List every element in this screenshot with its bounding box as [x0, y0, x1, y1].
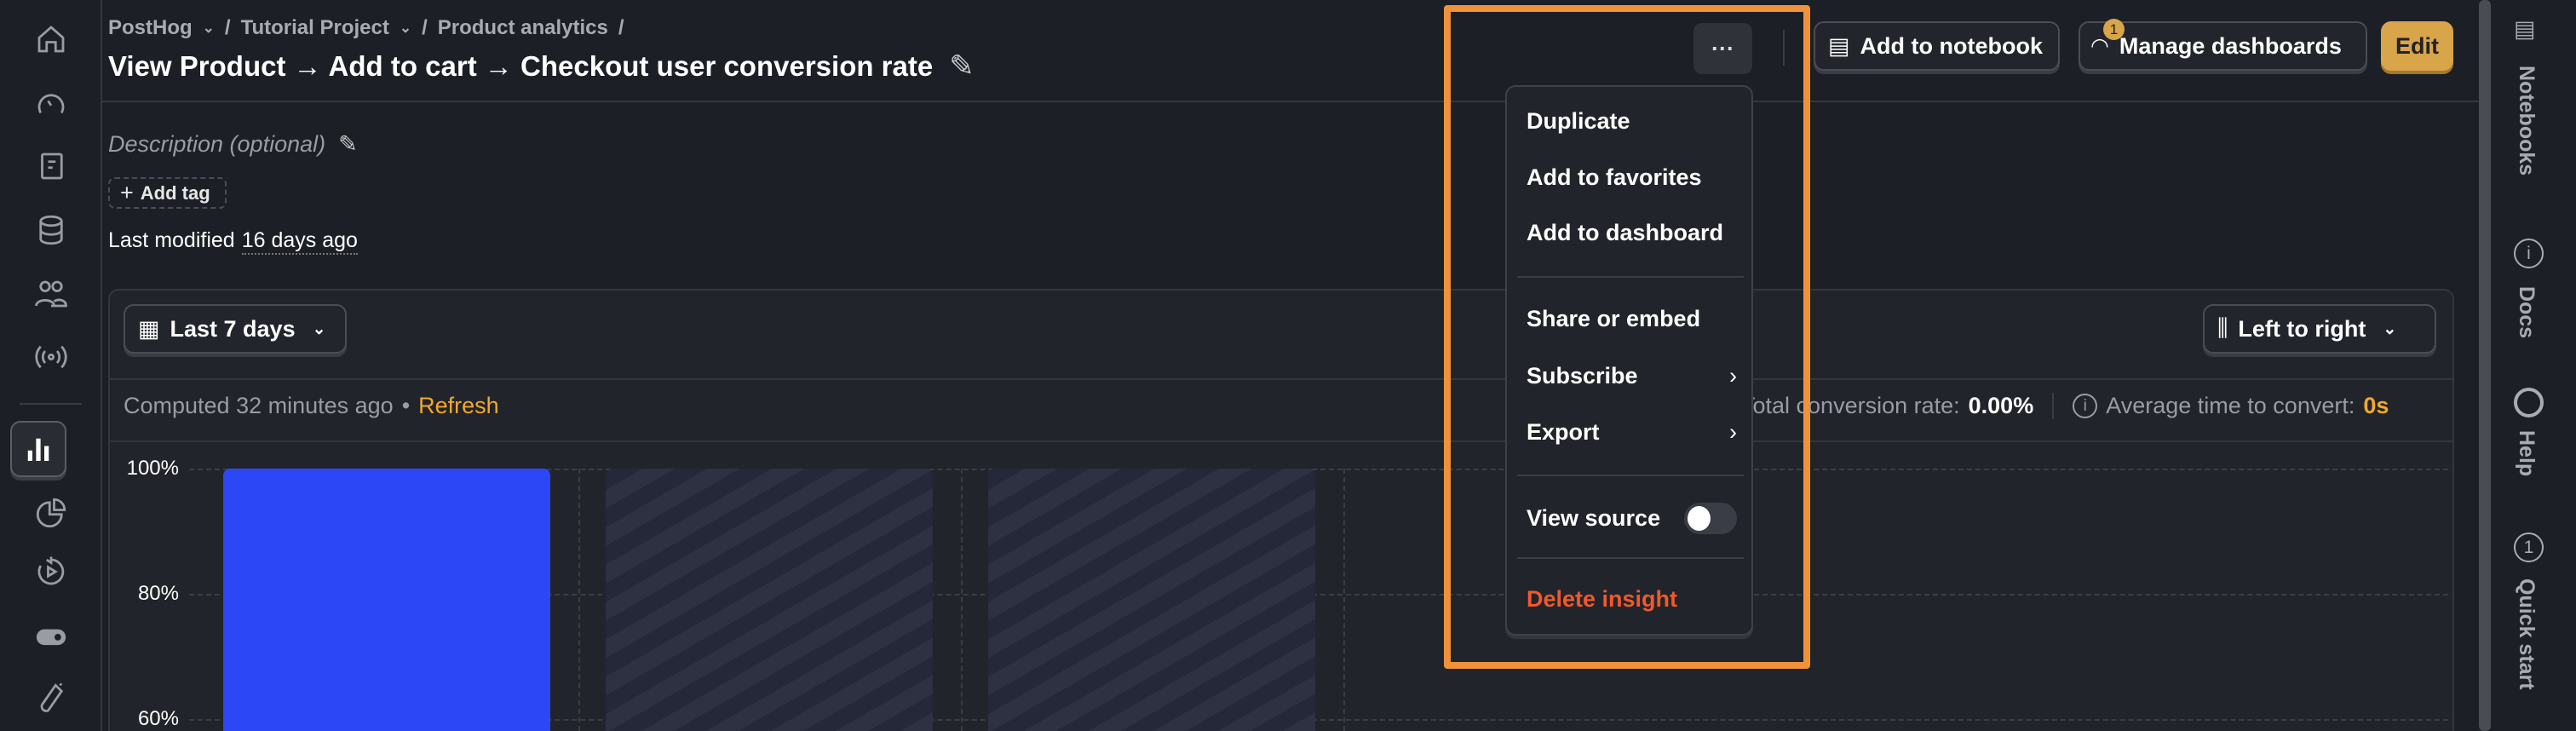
page-title: View Product → Add to cart → Checkout us… [108, 49, 975, 83]
chevron-down-icon: ⌄ [2383, 319, 2397, 338]
funnel-summary: Total conversion rate: 0.00% i Average ti… [1741, 393, 2389, 419]
insight-title: View Product → Add to cart → Checkout us… [108, 50, 934, 82]
date-range-label: Last 7 days [170, 315, 296, 342]
session-replay-icon[interactable] [25, 545, 78, 598]
dot-separator: • [401, 393, 411, 418]
y-tick-label: 60% [137, 707, 179, 730]
step-separator [578, 469, 580, 731]
computed-status: Computed 32 minutes ago • Refresh [124, 393, 499, 419]
description-placeholder: Description (optional) [108, 131, 326, 157]
summary-divider [2052, 393, 2055, 419]
total-conversion-value: 0.00% [1968, 393, 2034, 418]
layout-select-label: Left to right [2238, 315, 2366, 342]
chevron-down-icon: ⌄ [202, 20, 215, 36]
sidebar-tab-help[interactable]: Help [2514, 430, 2539, 476]
funnel-step-background [988, 469, 1315, 731]
computed-text: Computed 32 minutes ago [124, 393, 394, 418]
step-separator [1343, 469, 1345, 731]
manage-dashboards-button[interactable]: ◠ 1 Manage dashboards [2079, 19, 2367, 71]
card-divider [110, 440, 2452, 442]
refresh-link[interactable]: Refresh [418, 393, 499, 419]
chevron-down-icon: ⌄ [399, 20, 412, 36]
sidebar-tab-quick-start[interactable]: Quick start [2514, 578, 2539, 690]
plus-icon: + [120, 180, 134, 205]
add-tag-button[interactable]: + Add tag [108, 177, 227, 209]
chevron-down-icon: ⌄ [312, 319, 326, 338]
last-modified-label: Last modified [108, 228, 235, 252]
info-icon[interactable]: i [2073, 394, 2098, 418]
add-to-notebook-label: Add to notebook [1860, 32, 2043, 59]
dashboards-count-badge: 1 [2103, 19, 2125, 40]
sidebar-tab-docs[interactable]: Docs [2514, 286, 2539, 338]
database-icon[interactable] [25, 204, 78, 256]
home-icon[interactable] [25, 13, 78, 66]
quick-start-count-icon[interactable]: 1 [2514, 532, 2544, 562]
edit-button[interactable]: Edit [2381, 21, 2453, 71]
funnel-chart: 100% 80% 60% [110, 444, 2452, 731]
gauge-icon: ◠ 1 [2090, 19, 2125, 59]
manage-dashboards-label: Manage dashboards [2119, 32, 2342, 59]
breadcrumb-project[interactable]: Tutorial Project [241, 16, 389, 40]
scrollbar[interactable] [2479, 0, 2491, 731]
y-tick-label: 100% [126, 457, 179, 480]
card-divider [110, 378, 2452, 380]
notebook-icon: ▤ [1828, 32, 1850, 59]
lifebuoy-icon[interactable] [2514, 388, 2544, 417]
breadcrumb: PostHog ⌄ / Tutorial Project ⌄ / Product a… [108, 16, 624, 40]
add-tag-label: Add tag [140, 181, 210, 204]
notebook-icon[interactable]: ▤ [2514, 16, 2536, 43]
breadcrumb-separator: / [618, 16, 624, 39]
y-tick-label: 80% [137, 582, 179, 605]
left-sidebar [0, 0, 102, 731]
last-modified: Last modified 16 days ago [108, 228, 358, 255]
avg-time-label: Average time to convert: [2106, 393, 2355, 418]
avg-time-value: 0s [2363, 393, 2389, 418]
breadcrumb-section[interactable]: Product analytics [438, 16, 608, 40]
date-range-select[interactable]: ▦ Last 7 days ⌄ [124, 304, 347, 354]
funnel-bar[interactable] [223, 469, 550, 731]
edit-pencil-icon[interactable]: ✎ [338, 131, 358, 158]
calendar-icon: ▦ [138, 315, 160, 342]
sidebar-tab-notebooks[interactable]: Notebooks [2514, 66, 2539, 176]
info-icon[interactable]: i [2514, 239, 2544, 268]
edit-pencil-icon[interactable]: ✎ [949, 49, 974, 83]
bar-chart-icon: ⫼ [2217, 315, 2228, 341]
persons-icon[interactable] [25, 268, 78, 320]
sidebar-divider [20, 403, 82, 405]
product-analytics-icon[interactable] [10, 421, 66, 477]
highlight-annotation-box [1444, 5, 1810, 669]
experiment-flask-icon[interactable] [25, 672, 78, 725]
broadcast-icon[interactable] [25, 331, 78, 383]
funnel-step-background [606, 469, 933, 731]
funnel-layout-select[interactable]: ⫼ Left to right ⌄ [2203, 304, 2436, 354]
pie-chart-icon[interactable] [25, 486, 78, 539]
breadcrumb-org[interactable]: PostHog [108, 16, 193, 40]
breadcrumb-separator: / [422, 16, 428, 39]
dashboard-gauge-icon[interactable] [25, 78, 78, 130]
feature-flag-toggle-icon[interactable] [25, 610, 78, 663]
step-separator [961, 469, 963, 731]
breadcrumb-separator: / [224, 16, 231, 39]
notebook-icon[interactable] [25, 140, 78, 193]
description-field[interactable]: Description (optional) ✎ [108, 131, 358, 158]
add-to-notebook-button[interactable]: ▤ Add to notebook [1814, 21, 2060, 71]
last-modified-value: 16 days ago [241, 228, 358, 255]
